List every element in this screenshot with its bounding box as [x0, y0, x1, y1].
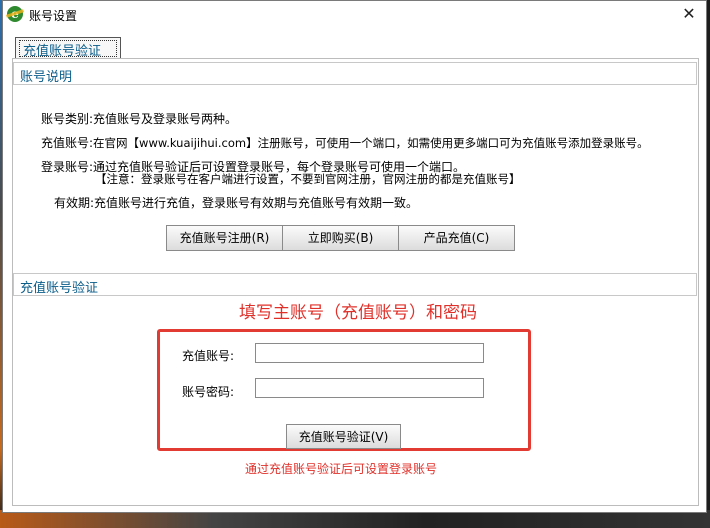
login-account-note: 【注意：登录账号在客户端进行设置，不要到官网注册，官网注册的都是充值账号】 — [95, 172, 521, 186]
account-type-label: 账号类别: — [41, 112, 94, 126]
buy-now-button[interactable]: 立即购买(B) — [282, 225, 399, 251]
login-account-label: 登录账号: — [41, 160, 94, 174]
validity-value: 充值账号进行充值，登录账号有效期与充值账号有效期一致。 — [94, 196, 419, 210]
validity-label: 有效期: — [54, 196, 95, 210]
verify-header: 充值账号验证 — [13, 273, 697, 296]
window-title: 账号设置 — [29, 9, 78, 23]
password-field-label: 账号密码: — [182, 385, 235, 399]
password-input[interactable] — [255, 378, 484, 398]
tab-recharge-account-verify[interactable]: 充值账号验证 — [15, 37, 121, 59]
product-recharge-button[interactable]: 产品充值(C) — [398, 225, 515, 251]
verify-account-button[interactable]: 充值账号验证(V) — [286, 424, 401, 449]
validity-row: 有效期:充值账号进行充值，登录账号有效期与充值账号有效期一致。 — [54, 194, 418, 211]
register-account-button[interactable]: 充值账号注册(R) — [166, 225, 283, 251]
close-icon[interactable]: ✕ — [678, 3, 700, 25]
account-settings-dialog: e 账号设置 ✕ 充值账号验证 账号说明 账号类别:充值账号及登录账号两种。 充… — [2, 0, 707, 513]
account-info-title: 账号说明 — [20, 70, 73, 85]
account-type-value: 充值账号及登录账号两种。 — [93, 112, 238, 126]
recharge-account-field-label: 充值账号: — [182, 349, 235, 363]
recharge-account-input[interactable] — [255, 343, 484, 363]
annotation-note: 通过充值账号验证后可设置登录账号 — [245, 462, 438, 476]
verify-title: 充值账号验证 — [20, 281, 99, 296]
recharge-account-row: 充值账号:在官网【www.kuaijihui.com】注册账号，可使用一个端口，… — [41, 134, 649, 151]
account-info-header: 账号说明 — [13, 62, 697, 85]
recharge-account-label: 充值账号: — [41, 136, 94, 150]
app-logo-icon: e — [7, 6, 23, 22]
recharge-account-value: 在官网【www.kuaijihui.com】注册账号，可使用一个端口，如需使用更… — [93, 136, 649, 150]
account-type-row: 账号类别:充值账号及登录账号两种。 — [41, 110, 237, 127]
title-bar[interactable]: e 账号设置 ✕ — [3, 1, 706, 28]
annotation-title: 填写主账号（充值账号）和密码 — [239, 303, 477, 323]
tab-label: 充值账号验证 — [23, 44, 102, 59]
